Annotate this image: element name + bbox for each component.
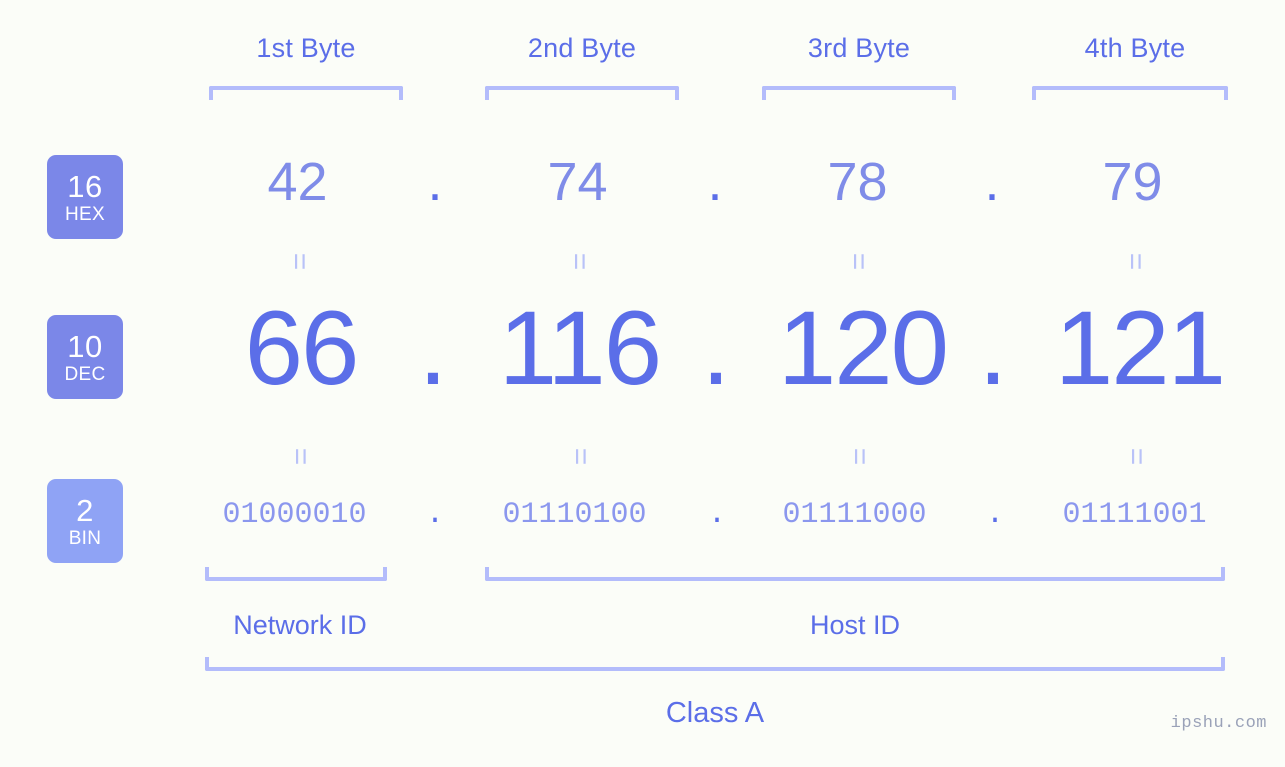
equals-dec-bin-2: = [564,447,597,465]
host-id-label: Host ID [809,610,901,640]
equals-hex-dec-4: = [1119,252,1152,270]
byte-header-2: 2nd Byte [527,33,637,63]
byte-header-3: 3rd Byte [807,33,911,63]
bin-octet-3: 01111000 [782,498,927,532]
byte-bracket-1 [209,86,403,100]
base-badge-hex: 16 HEX [47,155,123,239]
class-bracket [205,657,1225,671]
bin-octet-2: 01110100 [502,498,647,532]
byte-bracket-3 [762,86,956,100]
class-label: Class A [665,697,765,729]
base-badge-dec-name: DEC [64,363,106,385]
hex-octet-1: 42 [267,152,328,212]
bin-separator-1: . [425,498,444,532]
dec-octet-4: 121 [1054,290,1226,407]
hex-octet-3: 78 [827,152,888,212]
base-badge-bin-number: 2 [76,492,94,528]
byte-bracket-4 [1032,86,1228,100]
base-badge-bin: 2 BIN [47,479,123,563]
hex-separator-1: . [427,152,443,212]
dec-octet-1: 66 [244,290,360,407]
dec-separator-1: . [418,290,448,407]
base-badge-hex-number: 16 [67,168,103,204]
host-id-bracket [485,567,1225,581]
site-watermark: ipshu.com [1170,714,1267,733]
bin-separator-3: . [985,498,1004,532]
equals-hex-dec-1: = [283,252,316,270]
base-badge-dec-number: 10 [67,328,103,364]
equals-dec-bin-1: = [284,447,317,465]
equals-dec-bin-4: = [1120,447,1153,465]
dec-octet-3: 120 [777,290,949,407]
hex-octet-4: 79 [1102,152,1163,212]
equals-dec-bin-3: = [843,447,876,465]
byte-header-4: 4th Byte [1084,33,1186,63]
network-id-bracket [205,567,387,581]
ip-address-breakdown-diagram: 1st Byte 2nd Byte 3rd Byte 4th Byte 16 H… [0,0,1285,767]
bin-octet-4: 01111001 [1062,498,1207,532]
base-badge-dec: 10 DEC [47,315,123,399]
dec-separator-3: . [978,290,1008,407]
base-badge-hex-name: HEX [65,203,105,225]
bin-octet-1: 01000010 [222,498,367,532]
dec-separator-2: . [701,290,731,407]
bin-separator-2: . [707,498,726,532]
dec-octet-2: 116 [498,290,662,407]
byte-header-1: 1st Byte [256,33,356,63]
equals-hex-dec-3: = [842,252,875,270]
hex-separator-3: . [984,152,1000,212]
hex-octet-2: 74 [547,152,608,212]
equals-hex-dec-2: = [563,252,596,270]
byte-bracket-2 [485,86,679,100]
base-badge-bin-name: BIN [68,527,102,549]
hex-separator-2: . [707,152,723,212]
network-id-label: Network ID [233,610,367,640]
